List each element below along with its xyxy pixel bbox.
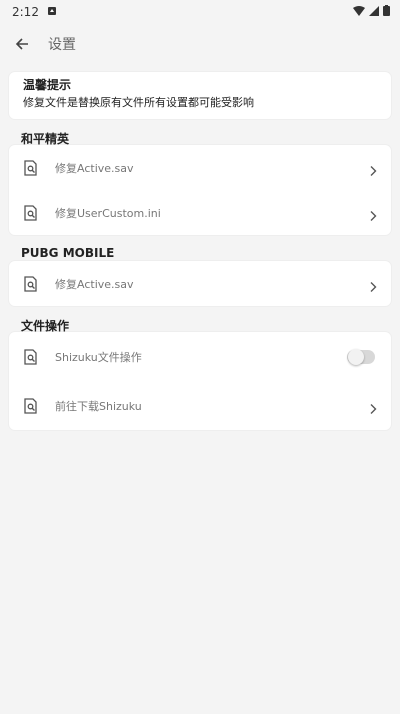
repair-active-sav-row[interactable]: 修复Active.sav xyxy=(9,145,391,190)
file-search-icon xyxy=(23,204,39,221)
status-bar: 2:12 xyxy=(0,0,400,24)
shizuku-file-ops-row[interactable]: Shizuku文件操作 xyxy=(9,332,391,382)
chevron-right-icon xyxy=(367,162,379,176)
app-bar: 设置 xyxy=(0,24,400,64)
shizuku-toggle[interactable] xyxy=(347,349,375,365)
back-arrow-icon[interactable] xyxy=(10,32,34,56)
download-shizuku-row[interactable]: 前往下载Shizuku xyxy=(9,382,391,430)
tip-card: 温馨提示 修复文件是替换原有文件所有设置都可能受影响 xyxy=(9,72,391,119)
row-label: Shizuku文件操作 xyxy=(55,351,142,364)
row-label: 修复UserCustom.ini xyxy=(55,206,161,220)
row-label: 前往下载Shizuku xyxy=(55,400,142,413)
file-search-icon xyxy=(23,275,39,292)
chevron-right-icon xyxy=(367,207,379,221)
section-card-pubg: 修复Active.sav xyxy=(9,261,391,306)
wifi-icon xyxy=(353,5,365,19)
toggle-knob xyxy=(348,349,364,365)
chevron-right-icon xyxy=(367,278,379,292)
row-label: 修复Active.sav xyxy=(55,277,134,291)
battery-icon xyxy=(383,5,390,19)
page-title: 设置 xyxy=(48,37,76,53)
signal-icon xyxy=(369,5,379,19)
section-card-heping: 修复Active.sav 修复UserCustom.ini xyxy=(9,145,391,235)
notification-icon xyxy=(47,5,57,19)
file-search-icon xyxy=(23,159,39,176)
section-header-pubg: PUBG MOBILE xyxy=(21,246,115,260)
file-search-icon xyxy=(23,398,39,414)
status-time: 2:12 xyxy=(12,5,39,19)
tip-text: 修复文件是替换原有文件所有设置都可能受影响 xyxy=(23,96,254,109)
chevron-right-icon xyxy=(367,400,379,414)
section-card-file-ops: Shizuku文件操作 前往下载Shizuku xyxy=(9,332,391,430)
row-label: 修复Active.sav xyxy=(55,161,134,175)
section-header-heping: 和平精英 xyxy=(21,132,70,146)
pubg-repair-active-sav-row[interactable]: 修复Active.sav xyxy=(9,261,391,306)
tip-title: 温馨提示 xyxy=(23,78,72,92)
settings-content: 温馨提示 修复文件是替换原有文件所有设置都可能受影响 和平精英 修复Active… xyxy=(0,64,400,430)
file-search-icon xyxy=(23,349,39,365)
repair-usercustom-ini-row[interactable]: 修复UserCustom.ini xyxy=(9,190,391,235)
section-header-file-ops: 文件操作 xyxy=(21,319,70,333)
